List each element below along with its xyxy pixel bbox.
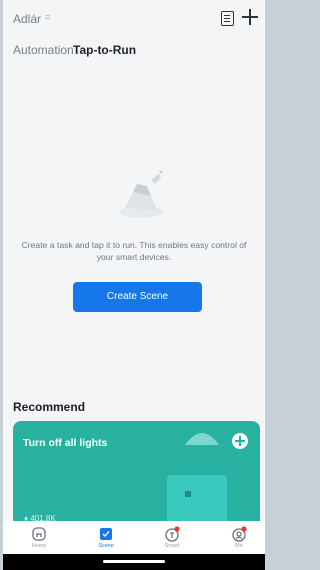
plus-icon[interactable] xyxy=(241,8,259,26)
tab-me[interactable]: Me xyxy=(219,521,259,554)
tab-me-label: Me xyxy=(235,543,243,549)
smart-icon xyxy=(165,526,180,542)
recommend-card-title: Turn off all lights xyxy=(23,437,108,449)
add-scene-icon[interactable] xyxy=(232,433,248,449)
lamp-icon xyxy=(185,433,219,445)
home-name[interactable]: Adlár xyxy=(13,12,41,26)
header: Adlár = xyxy=(3,0,265,36)
gesture-handle[interactable] xyxy=(103,560,165,563)
recommend-title: Recommend xyxy=(13,400,86,414)
recommend-card[interactable]: Turn off all lights ♦ 401.8K xyxy=(13,421,260,531)
device-indicator xyxy=(185,491,191,497)
tab-smart[interactable]: Smart xyxy=(152,521,192,554)
tab-automation[interactable]: Automation xyxy=(13,43,74,57)
document-list-icon[interactable] xyxy=(221,11,234,26)
app-screen: Adlár = Automation Tap-to-Run Create a t… xyxy=(3,0,265,570)
tab-tap-to-run[interactable]: Tap-to-Run xyxy=(73,43,136,57)
bottom-tab-bar: Home Scene Smart Me xyxy=(3,521,265,554)
system-navigation-bar xyxy=(3,554,265,570)
home-icon xyxy=(32,527,46,541)
tab-home[interactable]: Home xyxy=(19,521,59,554)
tab-smart-label: Smart xyxy=(164,543,180,549)
tab-scene[interactable]: Scene xyxy=(86,521,126,554)
empty-state-illustration xyxy=(119,170,163,218)
profile-icon xyxy=(232,526,247,542)
create-scene-button[interactable]: Create Scene xyxy=(73,282,202,312)
tab-scene-label: Scene xyxy=(98,543,114,549)
empty-state-message: Create a task and tap it to run. This en… xyxy=(21,240,247,262)
scene-check-icon xyxy=(100,528,112,540)
tab-home-label: Home xyxy=(31,543,47,549)
home-switch-icon[interactable]: = xyxy=(45,12,50,22)
